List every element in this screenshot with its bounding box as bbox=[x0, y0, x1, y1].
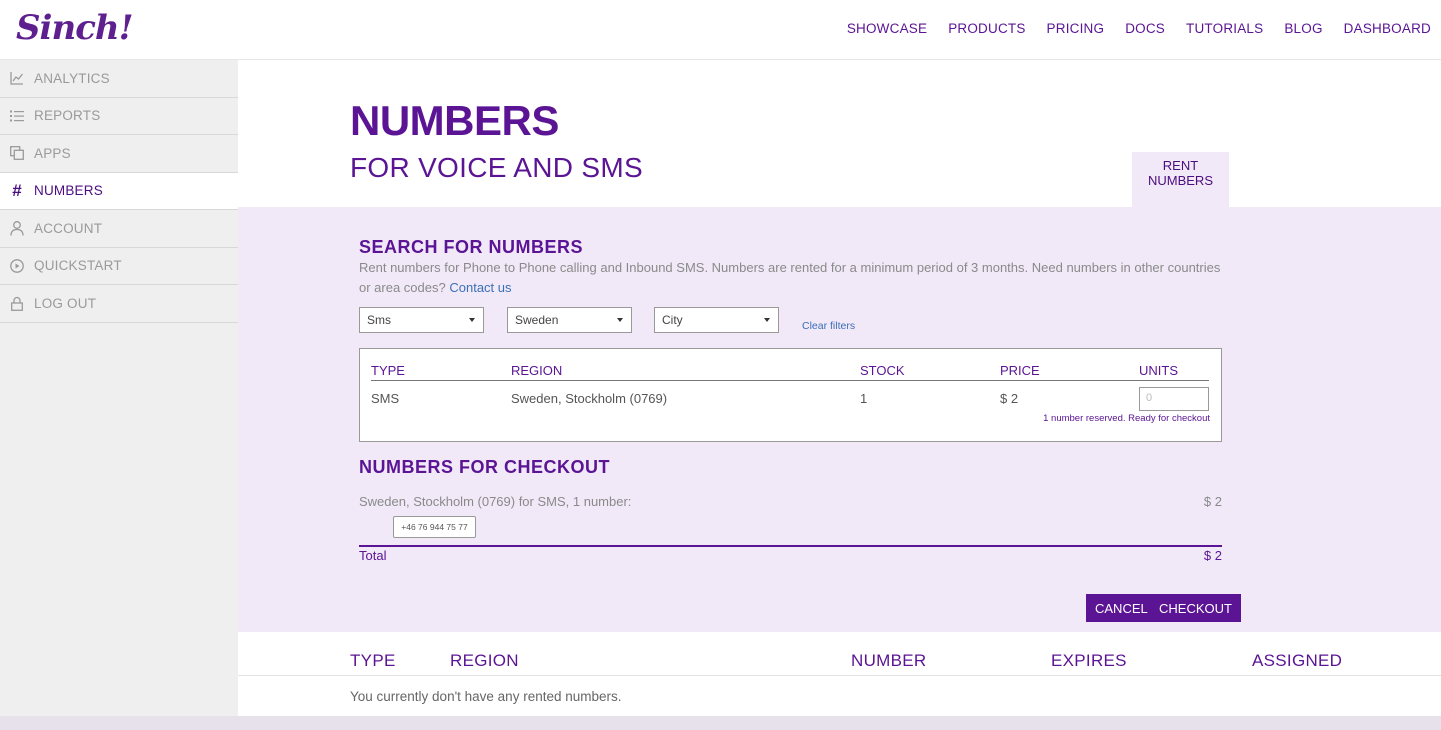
sidebar-item-logout[interactable]: LOG OUT bbox=[0, 285, 238, 323]
rent-panel: SEARCH FOR NUMBERS Rent numbers for Phon… bbox=[238, 207, 1441, 632]
checkout-item-price: $ 2 bbox=[1203, 494, 1222, 509]
sinch-logo[interactable]: Sinch! bbox=[16, 8, 134, 48]
sidebar-item-quickstart[interactable]: QUICKSTART bbox=[0, 248, 238, 285]
play-icon bbox=[10, 258, 24, 274]
rented-header-type: TYPE bbox=[350, 651, 396, 670]
type-select-value: Sms bbox=[367, 313, 391, 327]
sidebar: ANALYTICS REPORTS APPS # NUMBERS ACCOUNT… bbox=[0, 60, 238, 730]
user-icon bbox=[10, 220, 24, 236]
rented-header-assigned: ASSIGNED bbox=[1252, 651, 1343, 670]
nav-showcase[interactable]: SHOWCASE bbox=[847, 21, 927, 36]
nav-dashboard[interactable]: DASHBOARD bbox=[1344, 21, 1431, 36]
lock-icon bbox=[10, 295, 24, 311]
hash-icon: # bbox=[12, 180, 22, 200]
rented-header-region: REGION bbox=[450, 651, 519, 670]
list-icon bbox=[10, 108, 24, 124]
top-nav: SHOWCASE PRODUCTS PRICING DOCS TUTORIALS… bbox=[826, 21, 1431, 36]
col-header-units: UNITS bbox=[1139, 363, 1178, 378]
contact-link[interactable]: Contact us bbox=[449, 280, 511, 295]
type-select[interactable]: Sms bbox=[359, 307, 484, 333]
sidebar-item-account[interactable]: ACCOUNT bbox=[0, 210, 238, 248]
row-type: SMS bbox=[371, 391, 400, 406]
country-select[interactable]: Sweden bbox=[507, 307, 632, 333]
col-header-stock: STOCK bbox=[860, 363, 905, 378]
nav-pricing[interactable]: PRICING bbox=[1047, 21, 1105, 36]
total-price: $ 2 bbox=[1203, 548, 1222, 563]
apps-icon bbox=[10, 145, 24, 161]
number-chip: +46 76 944 75 77 bbox=[393, 516, 476, 538]
sidebar-item-label: LOG OUT bbox=[34, 295, 97, 311]
sidebar-item-analytics[interactable]: ANALYTICS bbox=[0, 60, 238, 98]
search-description: Rent numbers for Phone to Phone calling … bbox=[359, 258, 1229, 297]
nav-tutorials[interactable]: TUTORIALS bbox=[1186, 21, 1263, 36]
sidebar-item-reports[interactable]: REPORTS bbox=[0, 98, 238, 135]
sidebar-item-label: QUICKSTART bbox=[34, 258, 122, 274]
col-header-region: REGION bbox=[511, 363, 563, 378]
top-bar: Sinch! SHOWCASE PRODUCTS PRICING DOCS TU… bbox=[0, 0, 1441, 60]
page-title: NUMBERS bbox=[350, 97, 559, 144]
main-content: NUMBERS FOR VOICE AND SMS RENT NUMBERS S… bbox=[238, 60, 1441, 730]
sidebar-item-label: NUMBERS bbox=[34, 183, 103, 199]
search-heading: SEARCH FOR NUMBERS bbox=[359, 237, 584, 257]
units-input[interactable]: 0 bbox=[1139, 387, 1209, 411]
nav-docs[interactable]: DOCS bbox=[1125, 21, 1165, 36]
country-select-value: Sweden bbox=[515, 313, 559, 327]
sidebar-item-label: ANALYTICS bbox=[34, 70, 110, 86]
checkout-heading: NUMBERS FOR CHECKOUT bbox=[359, 457, 610, 477]
row-region: Sweden, Stockholm (0769) bbox=[511, 391, 668, 406]
caret-down-icon bbox=[764, 318, 770, 322]
city-select[interactable]: City bbox=[654, 307, 779, 333]
row-stock: 1 bbox=[860, 391, 868, 406]
checkout-button[interactable]: CHECKOUT bbox=[1150, 594, 1241, 622]
col-header-price: PRICE bbox=[1000, 363, 1040, 378]
caret-down-icon bbox=[469, 318, 475, 322]
reserved-note: 1 number reserved. Ready for checkout bbox=[1043, 413, 1210, 424]
results-table: TYPE REGION STOCK PRICE UNITS SMS Sweden… bbox=[359, 348, 1222, 442]
units-placeholder: 0 bbox=[1146, 392, 1153, 404]
total-divider bbox=[359, 545, 1222, 547]
rented-header-expires: EXPIRES bbox=[1051, 651, 1127, 670]
caret-down-icon bbox=[617, 318, 623, 322]
cancel-button[interactable]: CANCEL bbox=[1086, 594, 1157, 622]
sidebar-item-apps[interactable]: APPS bbox=[0, 135, 238, 173]
footer-strip bbox=[0, 716, 1441, 730]
sidebar-item-numbers[interactable]: # NUMBERS bbox=[0, 172, 238, 210]
sidebar-item-label: REPORTS bbox=[34, 108, 101, 124]
col-header-type: TYPE bbox=[371, 363, 405, 378]
row-price: $ 2 bbox=[1000, 391, 1019, 406]
empty-rented-message: You currently don't have any rented numb… bbox=[350, 689, 622, 704]
rented-header-number: NUMBER bbox=[851, 651, 927, 670]
nav-products[interactable]: PRODUCTS bbox=[948, 21, 1025, 36]
tab-rent-numbers[interactable]: RENT NUMBERS bbox=[1132, 152, 1229, 208]
checkout-item: Sweden, Stockholm (0769) for SMS, 1 numb… bbox=[359, 494, 632, 509]
nav-blog[interactable]: BLOG bbox=[1284, 21, 1322, 36]
page-subtitle: FOR VOICE AND SMS bbox=[350, 152, 643, 183]
sidebar-item-label: ACCOUNT bbox=[34, 220, 103, 236]
sidebar-item-label: APPS bbox=[34, 145, 71, 161]
city-select-value: City bbox=[662, 313, 683, 327]
rented-divider bbox=[238, 675, 1441, 676]
chart-icon bbox=[10, 70, 24, 86]
clear-filters-link[interactable]: Clear filters bbox=[802, 320, 855, 332]
header-divider bbox=[371, 380, 1209, 381]
total-label: Total bbox=[359, 548, 387, 563]
